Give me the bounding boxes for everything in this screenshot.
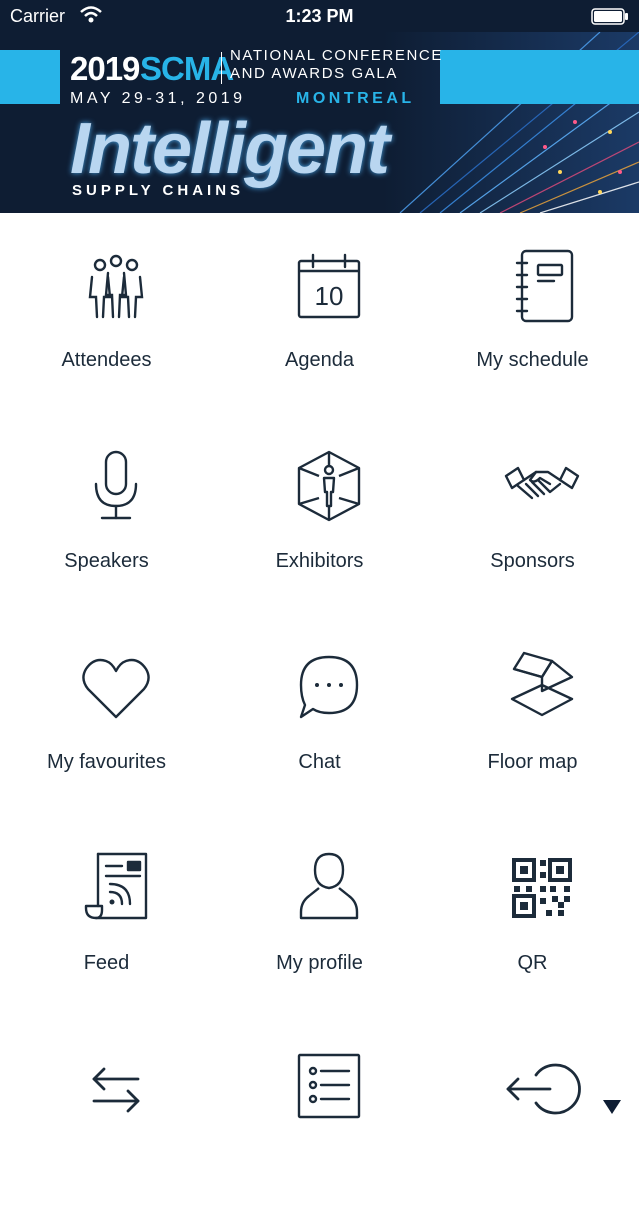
qr-code-icon: [512, 858, 572, 918]
menu-item-label: Exhibitors: [275, 550, 364, 572]
menu-item-list[interactable]: [213, 1017, 426, 1217]
menu-item-sponsors[interactable]: Sponsors: [426, 414, 639, 614]
menu-item-my-schedule[interactable]: My schedule: [426, 213, 639, 413]
menu-item-floor-map[interactable]: Floor map: [426, 615, 639, 815]
calendar-icon: 10: [297, 253, 361, 319]
menu-item-agenda[interactable]: 10 Agenda: [213, 213, 426, 413]
banner-accent-left: [0, 50, 60, 104]
menu-item-label: Attendees: [61, 349, 152, 371]
menu-item-logout[interactable]: [426, 1017, 639, 1217]
swap-arrows-icon: [92, 1067, 140, 1113]
event-city: MONTREAL: [296, 90, 415, 107]
menu-item-label: QR: [517, 952, 548, 974]
menu-item-label: Speakers: [64, 550, 149, 572]
event-dates: MAY 29-31, 2019: [70, 90, 246, 107]
menu-item-qr[interactable]: QR: [426, 816, 639, 1016]
logo-divider: [221, 52, 222, 84]
menu-item-feed[interactable]: Feed: [0, 816, 213, 1016]
menu-item-label: Floor map: [487, 751, 578, 773]
menu-item-label: My schedule: [476, 349, 589, 371]
menu-item-my-profile[interactable]: My profile: [213, 816, 426, 1016]
handshake-icon: [504, 466, 580, 500]
menu-item-label: My profile: [276, 952, 363, 974]
menu-item-label: My favourites: [47, 751, 166, 773]
menu-item-switch[interactable]: [0, 1017, 213, 1217]
conference-title-line1: NATIONAL CONFERENCE: [230, 47, 443, 64]
conference-title-line2: AND AWARDS GALA: [230, 65, 398, 82]
menu-item-label: Agenda: [285, 349, 354, 371]
event-headline: Intelligent: [70, 109, 390, 189]
status-bar: Carrier 1:23 PM: [0, 0, 639, 32]
menu-item-exhibitors[interactable]: Exhibitors: [213, 414, 426, 614]
menu-item-label: Chat: [298, 751, 341, 773]
clock: 1:23 PM: [285, 6, 354, 26]
menu-item-label: Sponsors: [490, 550, 575, 572]
news-feed-icon: [84, 852, 148, 920]
banner-accent-right: [440, 50, 639, 104]
list-icon: [297, 1053, 361, 1119]
event-year: 2019: [70, 50, 140, 87]
event-banner: 2019 SCMA NATIONAL CONFERENCE AND AWARDS…: [0, 32, 639, 213]
hexagon-person-icon: [297, 450, 361, 522]
event-tagline: SUPPLY CHAINS: [72, 182, 245, 199]
notebook-icon: [515, 249, 574, 323]
layers-map-icon: [510, 651, 574, 717]
menu-item-label: Feed: [83, 952, 130, 974]
scroll-down-arrow-icon[interactable]: [602, 1099, 622, 1115]
heart-icon: [82, 658, 150, 719]
menu-item-attendees[interactable]: Attendees: [0, 213, 213, 413]
svg-text:10: 10: [315, 281, 344, 311]
menu-item-chat[interactable]: Chat: [213, 615, 426, 815]
logout-icon: [506, 1063, 581, 1115]
chat-bubble-icon: [299, 655, 359, 719]
people-group-icon: [88, 254, 144, 319]
user-icon: [299, 852, 359, 920]
menu-item-speakers[interactable]: Speakers: [0, 414, 213, 614]
menu-item-my-favourites[interactable]: My favourites: [0, 615, 213, 815]
microphone-icon: [94, 450, 138, 520]
organization-name: SCMA: [140, 50, 234, 87]
battery-icon: [591, 8, 628, 25]
menu-grid: Attendees 10 Agenda My schedule Speakers: [0, 213, 639, 1136]
